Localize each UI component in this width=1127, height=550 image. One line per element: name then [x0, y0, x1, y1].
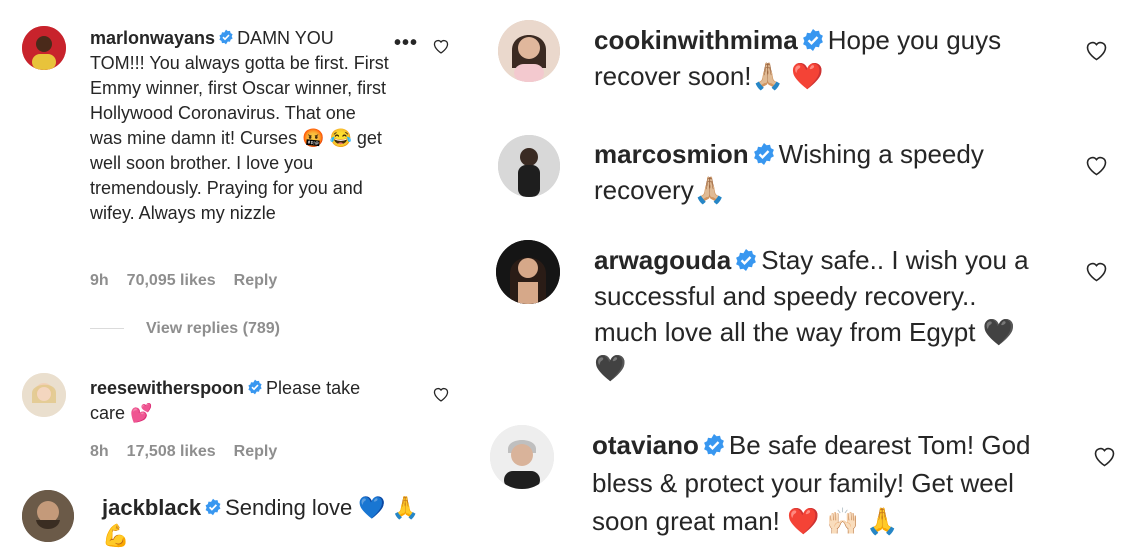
comment-body: reesewitherspoon Please take care 💕: [90, 376, 395, 426]
comment-meta: 9h 70,095 likes Reply: [90, 272, 295, 290]
comment-meta: 8h 17,508 likes Reply: [90, 443, 295, 461]
heart-outline-icon[interactable]: [1084, 39, 1109, 61]
heart-outline-icon[interactable]: [1084, 154, 1109, 176]
avatar[interactable]: [22, 373, 66, 417]
avatar[interactable]: [22, 490, 74, 542]
comment-username[interactable]: cookinwithmima: [594, 25, 798, 55]
comment-body: jackblack Sending love 💙 🙏 💪: [102, 494, 447, 550]
verified-badge-icon: [247, 379, 263, 395]
heart-outline-icon[interactable]: [1084, 260, 1109, 282]
verified-badge-icon: [702, 433, 726, 457]
verified-badge-icon: [752, 142, 776, 166]
comment-text: DAMN YOU TOM!!! You always gotta be firs…: [90, 28, 389, 223]
like-count[interactable]: 70,095 likes: [127, 272, 216, 289]
comment-username[interactable]: jackblack: [102, 495, 201, 520]
heart-outline-icon[interactable]: [432, 386, 450, 402]
reply-button[interactable]: Reply: [234, 272, 278, 289]
comment-body: cookinwithmima Hope you guys recover soon…: [594, 22, 1064, 94]
comment-body: arwagouda Stay safe.. I wish you a succes…: [594, 242, 1034, 386]
comment-body: marlonwayans DAMN YOU TOM!!! You always g…: [90, 26, 390, 226]
comment-body: marcosmion Wishing a speedy recovery🙏🏼: [594, 136, 1064, 208]
avatar[interactable]: [498, 135, 560, 197]
comment-body: otaviano Be safe dearest Tom! God bless &…: [592, 426, 1052, 540]
avatar[interactable]: [490, 425, 554, 489]
comment-time: 8h: [90, 443, 109, 460]
comment-username[interactable]: otaviano: [592, 430, 699, 460]
heart-outline-icon[interactable]: [432, 38, 450, 54]
comment-username[interactable]: marlonwayans: [90, 28, 215, 48]
comment-username[interactable]: reesewitherspoon: [90, 378, 244, 398]
comment-username[interactable]: arwagouda: [594, 245, 731, 275]
avatar[interactable]: [496, 240, 560, 304]
view-replies-button[interactable]: View replies (789): [146, 320, 280, 338]
heart-outline-icon[interactable]: [1092, 445, 1117, 467]
like-count[interactable]: 17,508 likes: [127, 443, 216, 460]
comment-username[interactable]: marcosmion: [594, 139, 749, 169]
verified-badge-icon: [218, 29, 234, 45]
divider: [90, 328, 124, 329]
reply-button[interactable]: Reply: [234, 443, 278, 460]
verified-badge-icon: [801, 28, 825, 52]
avatar[interactable]: [498, 20, 560, 82]
verified-badge-icon: [204, 498, 222, 516]
more-options-icon[interactable]: •••: [394, 32, 418, 55]
comment-time: 9h: [90, 272, 109, 289]
avatar[interactable]: [22, 26, 66, 70]
verified-badge-icon: [734, 248, 758, 272]
